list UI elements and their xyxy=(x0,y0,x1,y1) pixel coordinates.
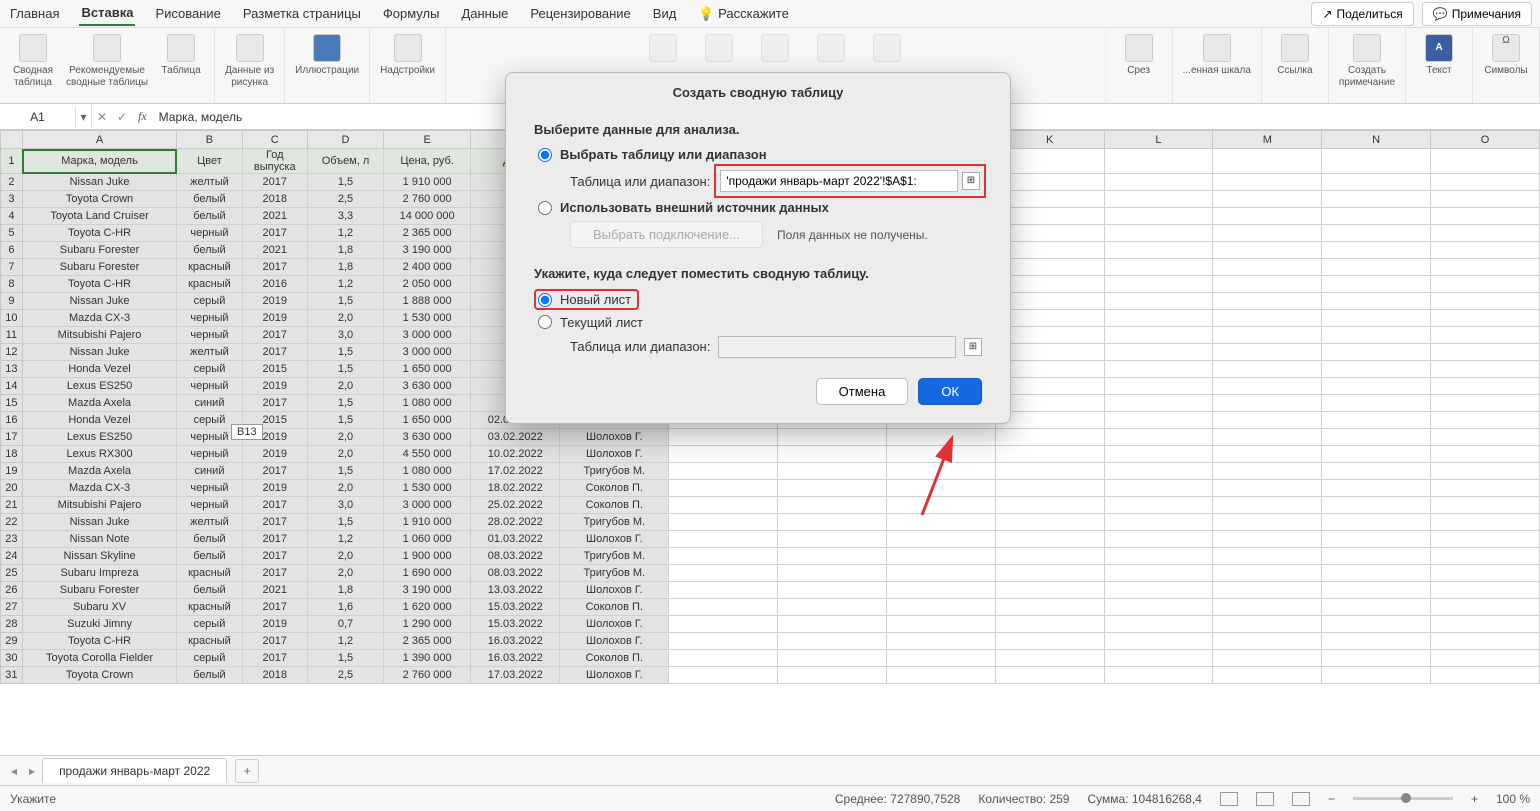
sheet-nav-prev-icon[interactable]: ◂ xyxy=(6,764,22,778)
tab-draw[interactable]: Рисование xyxy=(153,2,222,25)
zoom-out-icon[interactable]: − xyxy=(1328,792,1335,806)
recommended-pivot-button[interactable]: Рекомендуемые сводные таблицы xyxy=(66,34,148,88)
share-button[interactable]: ↗ Поделиться xyxy=(1311,2,1413,26)
cancel-button[interactable]: Отмена xyxy=(816,378,909,405)
radio-existing-sheet-input[interactable] xyxy=(538,315,552,329)
view-normal-icon[interactable] xyxy=(1220,792,1238,806)
status-average: Среднее: 727890,7528 xyxy=(835,792,960,806)
fx-icon[interactable]: fx xyxy=(132,109,153,124)
dest-range-label: Таблица или диапазон: xyxy=(570,339,710,354)
cancel-entry-icon[interactable]: ✕ xyxy=(92,110,112,124)
illustrations-button[interactable]: Иллюстрации xyxy=(295,34,359,77)
status-sum: Сумма: 104816268,4 xyxy=(1087,792,1201,806)
radio-existing-sheet[interactable]: Текущий лист xyxy=(538,315,982,330)
ribbon-tabs: Главная Вставка Рисование Разметка стран… xyxy=(0,0,1540,28)
radio-new-sheet-input[interactable] xyxy=(538,293,552,307)
sheet-tab-bar: ◂ ▸ продажи январь-март 2022 + xyxy=(0,755,1540,785)
chart-icon[interactable] xyxy=(752,34,798,62)
tab-home[interactable]: Главная xyxy=(8,2,61,25)
tell-me[interactable]: 💡 Расскажите xyxy=(696,2,790,26)
confirm-entry-icon[interactable]: ✓ xyxy=(112,110,132,124)
zoom-slider[interactable] xyxy=(1353,797,1453,800)
radio-select-range-input[interactable] xyxy=(538,148,552,162)
name-box[interactable]: A1 xyxy=(0,107,76,127)
dialog-section-2: Укажите, куда следует поместить сводную … xyxy=(534,266,982,281)
dest-range-input[interactable] xyxy=(718,336,956,358)
link-button[interactable]: Ссылка xyxy=(1272,34,1318,77)
pivot-table-button[interactable]: Сводная таблица xyxy=(10,34,56,88)
radio-external-source[interactable]: Использовать внешний источник данных xyxy=(538,200,982,215)
sheet-nav-next-icon[interactable]: ▸ xyxy=(24,764,40,778)
dest-range-picker-icon[interactable]: ⊞ xyxy=(964,338,982,356)
comments-button[interactable]: 💬 Примечания xyxy=(1422,2,1532,26)
data-from-picture-button[interactable]: Данные из рисунка xyxy=(225,34,274,88)
chart-icon[interactable] xyxy=(864,34,910,62)
view-page-layout-icon[interactable] xyxy=(1256,792,1274,806)
create-pivot-dialog: Создать сводную таблицу Выберите данные … xyxy=(505,72,1011,424)
status-mode: Укажите xyxy=(10,792,56,806)
name-box-dropdown[interactable]: ▾ xyxy=(76,104,92,129)
view-page-break-icon[interactable] xyxy=(1292,792,1310,806)
radio-new-sheet[interactable]: Новый лист xyxy=(538,292,631,307)
text-button[interactable]: AТекст xyxy=(1416,34,1462,77)
symbols-button[interactable]: ΩСимволы xyxy=(1483,34,1529,77)
range-input[interactable] xyxy=(720,170,958,192)
slicer-button[interactable]: Срез xyxy=(1116,34,1162,77)
add-sheet-button[interactable]: + xyxy=(235,759,259,783)
range-label: Таблица или диапазон: xyxy=(570,174,710,189)
tab-page-layout[interactable]: Разметка страницы xyxy=(241,2,363,25)
choose-connection-button: Выбрать подключение... xyxy=(570,221,763,248)
ok-button[interactable]: ОК xyxy=(918,378,982,405)
tab-review[interactable]: Рецензирование xyxy=(528,2,632,25)
zoom-in-icon[interactable]: + xyxy=(1471,792,1478,806)
new-comment-button[interactable]: Создать примечание xyxy=(1339,34,1395,88)
chart-icon[interactable] xyxy=(696,34,742,62)
range-picker-icon[interactable]: ⊞ xyxy=(962,172,980,190)
sheet-tab-active[interactable]: продажи январь-март 2022 xyxy=(42,758,227,783)
connection-note: Поля данных не получены. xyxy=(777,228,928,242)
table-button[interactable]: Таблица xyxy=(158,34,204,77)
timeline-button[interactable]: ...енная шкала xyxy=(1183,34,1251,77)
dialog-section-1: Выберите данные для анализа. xyxy=(534,122,982,137)
tab-formulas[interactable]: Формулы xyxy=(381,2,442,25)
radio-external-source-input[interactable] xyxy=(538,201,552,215)
status-count: Количество: 259 xyxy=(978,792,1069,806)
chart-icon[interactable] xyxy=(808,34,854,62)
cell-tooltip: B13 xyxy=(231,424,263,440)
tab-data[interactable]: Данные xyxy=(459,2,510,25)
addins-button[interactable]: Надстройки xyxy=(380,34,435,77)
tab-view[interactable]: Вид xyxy=(651,2,679,25)
dialog-title: Создать сводную таблицу xyxy=(506,73,1010,112)
zoom-level: 100 % xyxy=(1496,792,1530,806)
chart-icon[interactable] xyxy=(640,34,686,62)
status-bar: Укажите Среднее: 727890,7528 Количество:… xyxy=(0,785,1540,811)
radio-select-range[interactable]: Выбрать таблицу или диапазон xyxy=(538,147,982,162)
tab-insert[interactable]: Вставка xyxy=(79,1,135,26)
